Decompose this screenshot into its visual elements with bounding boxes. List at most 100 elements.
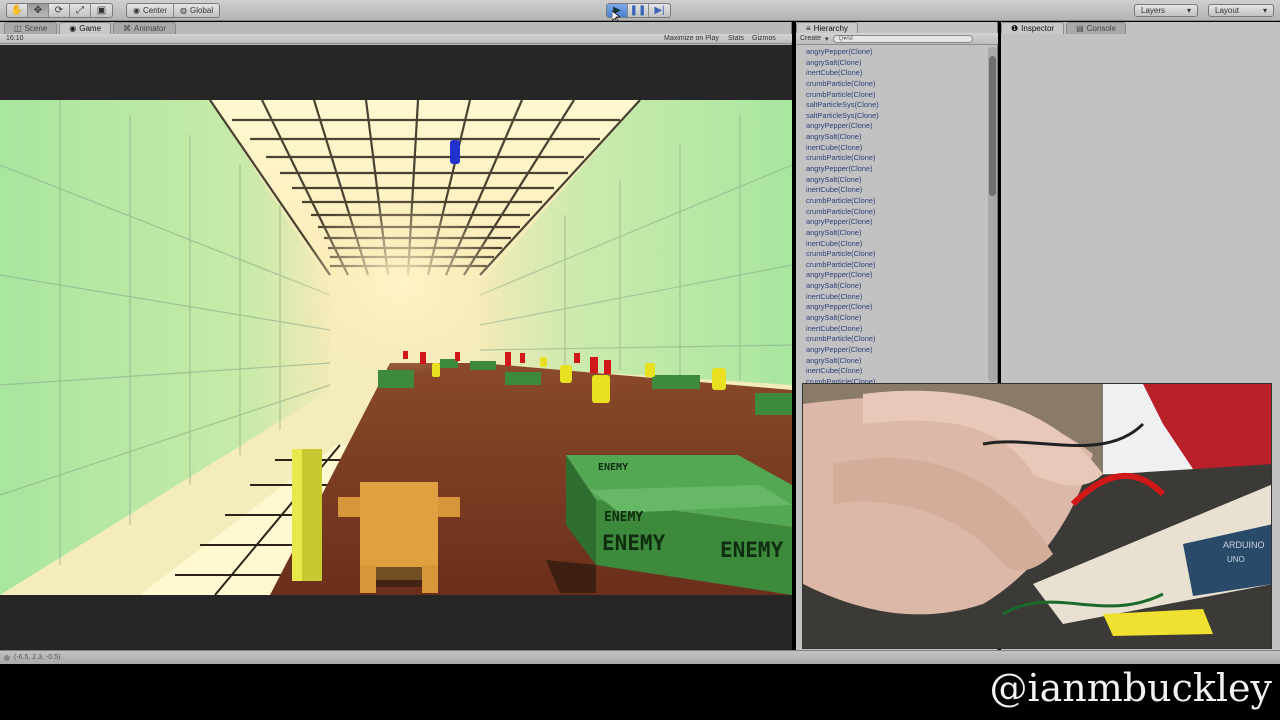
tab-label: Scene xyxy=(24,24,48,33)
hierarchy-item[interactable]: angrySalt(Clone) xyxy=(806,58,984,69)
hierarchy-item[interactable]: saltParticleSys(Clone) xyxy=(806,100,984,111)
layout-dropdown[interactable]: Layout ▾ xyxy=(1208,4,1274,17)
step-icon: ▶| xyxy=(654,5,665,16)
create-arrow-icon: ▾ xyxy=(825,35,829,43)
tab-label: Animator xyxy=(134,24,167,33)
hierarchy-tabs: ≡ Hierarchy xyxy=(796,22,998,34)
pause-icon: ❚❚ xyxy=(629,5,647,16)
hierarchy-item[interactable]: angryPepper(Clone) xyxy=(806,345,984,356)
scale-tool-icon[interactable]: ⤢ xyxy=(70,4,91,17)
hierarchy-toolbar: Create ▾ Q▾All xyxy=(796,33,998,45)
scene-geometry: ENEMY ENEMY ENEMY ENEMY xyxy=(0,99,792,596)
transform-tools: ✋ ✥ ⟳ ⤢ ▣ xyxy=(6,3,113,18)
hierarchy-item[interactable]: crumbParticle(Clone) xyxy=(806,153,984,164)
move-tool-icon[interactable]: ✥ xyxy=(28,4,49,17)
salt-pillar xyxy=(292,449,322,581)
stats-toggle[interactable]: Stats xyxy=(728,34,744,44)
hierarchy-item[interactable]: inertCube(Clone) xyxy=(806,366,984,377)
create-dropdown[interactable]: Create xyxy=(800,35,821,42)
search-placeholder: Q▾All xyxy=(838,36,853,42)
game-viewport[interactable]: ENEMY ENEMY ENEMY ENEMY xyxy=(0,45,792,650)
tab-scene[interactable]: ◫ Scene xyxy=(4,22,58,34)
dropdown-arrow-icon: ▾ xyxy=(1186,6,1191,15)
hand-tool-icon[interactable]: ✋ xyxy=(7,4,28,17)
webcam-image: ARDUINO UNO xyxy=(803,384,1271,648)
hierarchy-item[interactable]: crumbParticle(Clone) xyxy=(806,334,984,345)
hierarchy-item[interactable]: crumbParticle(Clone) xyxy=(806,90,984,101)
hierarchy-item[interactable]: angryPepper(Clone) xyxy=(806,164,984,175)
layers-label: Layers xyxy=(1141,6,1166,15)
game-icon: ◉ xyxy=(69,24,77,33)
hierarchy-item[interactable]: angryPepper(Clone) xyxy=(806,47,984,58)
hierarchy-item[interactable]: angrySalt(Clone) xyxy=(806,281,984,292)
hierarchy-item[interactable]: angrySalt(Clone) xyxy=(806,175,984,186)
rotate-tool-icon[interactable]: ⟳ xyxy=(49,4,70,17)
hierarchy-search-input[interactable]: Q▾All xyxy=(832,34,973,43)
space-label: Global xyxy=(189,6,214,15)
rect-tool-icon[interactable]: ▣ xyxy=(91,4,112,17)
inspector-tabs: ❶ Inspector ▤ Console xyxy=(1001,22,1126,34)
dropdown-arrow-icon: ▾ xyxy=(1262,6,1267,15)
hierarchy-item[interactable]: crumbParticle(Clone) xyxy=(806,79,984,90)
hierarchy-item[interactable]: angrySalt(Clone) xyxy=(806,228,984,239)
hierarchy-item[interactable]: inertCube(Clone) xyxy=(806,292,984,303)
hierarchy-item[interactable]: inertCube(Clone) xyxy=(806,185,984,196)
tab-console[interactable]: ▤ Console xyxy=(1066,22,1126,34)
scene-icon: ◫ xyxy=(14,24,22,33)
maximize-on-play-toggle[interactable]: Maximize on Play xyxy=(664,34,719,44)
hierarchy-item[interactable]: angrySalt(Clone) xyxy=(806,356,984,367)
scene-tabs: ◫ Scene ◉ Game ⌘ Animator xyxy=(0,22,177,34)
channel-handle: @ianmbuckley xyxy=(989,666,1272,710)
hierarchy-item[interactable]: angryPepper(Clone) xyxy=(806,217,984,228)
hierarchy-icon: ≡ xyxy=(806,24,811,33)
layers-dropdown[interactable]: Layers ▾ xyxy=(1134,4,1198,17)
aspect-dropdown[interactable]: 16:10 xyxy=(6,34,24,44)
space-global-button[interactable]: ◍ Global xyxy=(174,4,219,17)
status-bar: (-6.5, 2.3, -0.5) xyxy=(0,650,1280,664)
hierarchy-item[interactable]: angrySalt(Clone) xyxy=(806,313,984,324)
globe-icon: ◍ xyxy=(180,6,187,15)
console-icon: ▤ xyxy=(1076,24,1084,33)
hierarchy-item[interactable]: crumbParticle(Clone) xyxy=(806,196,984,207)
hierarchy-item[interactable]: angryPepper(Clone) xyxy=(806,121,984,132)
tab-animator[interactable]: ⌘ Animator xyxy=(113,22,177,34)
gizmos-dropdown[interactable]: Gizmos xyxy=(752,34,776,44)
step-button[interactable]: ▶| xyxy=(649,4,670,17)
tab-label: Hierarchy xyxy=(813,24,848,33)
hierarchy-item[interactable]: inertCube(Clone) xyxy=(806,68,984,79)
hierarchy-item[interactable]: crumbParticle(Clone) xyxy=(806,249,984,260)
pivot-center-button[interactable]: ◉ Center xyxy=(127,4,174,17)
pause-button[interactable]: ❚❚ xyxy=(628,4,649,17)
status-icon xyxy=(4,655,10,661)
hierarchy-item[interactable]: inertCube(Clone) xyxy=(806,143,984,154)
pivot-icon: ◉ xyxy=(133,6,140,15)
webcam-overlay: ARDUINO UNO xyxy=(802,383,1272,649)
tab-label: Inspector xyxy=(1021,24,1055,33)
arduino-label: ARDUINO xyxy=(1223,540,1265,550)
hierarchy-item[interactable]: crumbParticle(Clone) xyxy=(806,207,984,218)
enemy-crate-back-label: ENEMY xyxy=(598,462,628,473)
enemy-crates: ENEMY ENEMY ENEMY ENEMY xyxy=(546,455,792,595)
pivot-toggles: ◉ Center ◍ Global xyxy=(126,3,221,18)
info-icon: ❶ xyxy=(1011,24,1019,33)
hierarchy-item[interactable]: inertCube(Clone) xyxy=(806,239,984,250)
game-render: ENEMY ENEMY ENEMY ENEMY xyxy=(0,99,792,596)
hierarchy-item[interactable]: crumbParticle(Clone) xyxy=(806,260,984,271)
arduino-sublabel: UNO xyxy=(1227,555,1245,564)
hierarchy-item[interactable]: angryPepper(Clone) xyxy=(806,302,984,313)
hierarchy-item[interactable]: angryPepper(Clone) xyxy=(806,270,984,281)
tab-label: Console xyxy=(1086,24,1116,33)
game-view-bar: 16:10 Maximize on Play Stats Gizmos xyxy=(0,34,792,44)
game-panel: ◫ Scene ◉ Game ⌘ Animator 16:10 Maximize on… xyxy=(0,22,792,650)
layout-label: Layout xyxy=(1215,6,1240,15)
tab-game[interactable]: ◉ Game xyxy=(59,22,112,34)
hierarchy-list: angryPepper(Clone) angrySalt(Clone) inertC… xyxy=(806,47,984,387)
hierarchy-item[interactable]: saltParticleSys(Clone) xyxy=(806,111,984,122)
hierarchy-item[interactable]: angrySalt(Clone) xyxy=(806,132,984,143)
hierarchy-scroll-thumb[interactable] xyxy=(989,56,996,196)
tab-inspector[interactable]: ❶ Inspector xyxy=(1001,22,1065,34)
falling-salt-shaker xyxy=(450,140,460,164)
hierarchy-item[interactable]: inertCube(Clone) xyxy=(806,324,984,335)
tab-label: Game xyxy=(79,24,102,33)
enemy-crate-label-2: ENEMY xyxy=(720,538,784,562)
